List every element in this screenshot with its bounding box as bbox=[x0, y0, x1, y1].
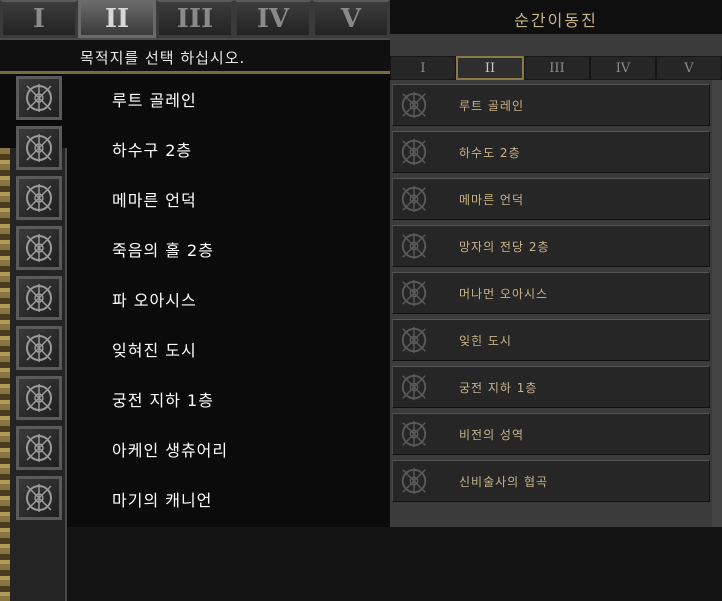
panel-right-edge bbox=[712, 80, 722, 527]
act-tab-bar-right: I II III IV V bbox=[390, 56, 722, 80]
waypoint-row[interactable]: 비전의 성역 bbox=[392, 413, 710, 455]
waypoint-rune-icon bbox=[399, 90, 431, 120]
act-tab-4[interactable]: IV bbox=[590, 56, 656, 80]
waypoint-label: 잊힌 도시 bbox=[459, 334, 512, 348]
waypoint-rune-icon bbox=[16, 376, 62, 420]
header-text: 목적지를 선택 하십시오. bbox=[80, 49, 246, 67]
waypoint-row[interactable]: 메마른 언덕 bbox=[0, 174, 390, 224]
waypoint-label: 메마른 언덕 bbox=[459, 193, 525, 207]
waypoint-label: 아케인 생츄어리 bbox=[112, 441, 229, 460]
destination-list: 루트 골레인하수구 2층메마른 언덕죽음의 홀 2층파 오아시스잊혀진 도시궁전… bbox=[0, 74, 390, 601]
waypoint-rune-icon bbox=[399, 372, 431, 402]
waypoint-rune-icon bbox=[399, 231, 431, 261]
waypoint-rune-icon bbox=[399, 419, 431, 449]
act-tab-2[interactable]: II bbox=[456, 56, 524, 80]
waypoint-rune-icon bbox=[16, 326, 62, 370]
waypoint-row[interactable]: 죽음의 홀 2층 bbox=[0, 224, 390, 274]
waypoint-label: 궁전 지하 1층 bbox=[112, 391, 214, 410]
waypoint-panel-resurrected: 순간이동진 I II III IV V 루트 골레인하수도 2층메마른 언덕망자… bbox=[390, 0, 722, 527]
waypoint-rune-icon bbox=[399, 466, 431, 496]
waypoint-row[interactable]: 하수도 2층 bbox=[392, 131, 710, 173]
waypoint-row[interactable]: 잊혀진 도시 bbox=[0, 324, 390, 374]
waypoint-label: 잊혀진 도시 bbox=[112, 341, 197, 360]
act-tab-5[interactable]: V bbox=[656, 56, 722, 80]
waypoint-rune-icon bbox=[16, 76, 62, 120]
act-tab-bar: I II III IV V bbox=[0, 0, 390, 38]
waypoint-rune-icon bbox=[399, 137, 431, 167]
waypoint-row[interactable]: 마기의 캐니언 bbox=[0, 474, 390, 524]
waypoint-label: 루트 골레인 bbox=[112, 91, 197, 110]
waypoint-rune-icon bbox=[16, 226, 62, 270]
waypoint-rune-icon bbox=[16, 426, 62, 470]
act-tab-1[interactable]: I bbox=[390, 56, 456, 80]
waypoint-row[interactable]: 머나먼 오아시스 bbox=[392, 272, 710, 314]
select-destination-header: 목적지를 선택 하십시오. bbox=[0, 38, 390, 74]
waypoint-label: 망자의 전당 2층 bbox=[459, 240, 550, 254]
panel-title: 순간이동진 bbox=[514, 11, 598, 30]
waypoint-rune-icon bbox=[399, 325, 431, 355]
act-tab-5[interactable]: V bbox=[312, 0, 390, 38]
waypoint-label: 파 오아시스 bbox=[112, 291, 197, 310]
waypoint-label: 신비술사의 협곡 bbox=[459, 475, 549, 489]
waypoint-label: 마기의 캐니언 bbox=[112, 491, 213, 510]
waypoint-label: 머나먼 오아시스 bbox=[459, 287, 549, 301]
waypoint-row[interactable]: 망자의 전당 2층 bbox=[392, 225, 710, 267]
waypoint-label: 하수구 2층 bbox=[112, 141, 193, 160]
act-tab-4[interactable]: IV bbox=[234, 0, 312, 38]
panel-title-bar: 순간이동진 bbox=[390, 0, 722, 36]
waypoint-rune-icon bbox=[16, 476, 62, 520]
waypoint-label: 루트 골레인 bbox=[459, 99, 525, 113]
waypoint-row[interactable]: 잊힌 도시 bbox=[392, 319, 710, 361]
waypoint-rune-icon bbox=[16, 126, 62, 170]
waypoint-label: 비전의 성역 bbox=[459, 428, 525, 442]
waypoint-rune-icon bbox=[399, 278, 431, 308]
waypoint-rune-icon bbox=[16, 176, 62, 220]
waypoint-rune-icon bbox=[399, 184, 431, 214]
waypoint-label: 죽음의 홀 2층 bbox=[112, 241, 214, 260]
waypoint-panel-classic: I II III IV V 목적지를 선택 하십시오. 루트 골레인하수구 2층… bbox=[0, 0, 390, 601]
waypoint-row[interactable]: 신비술사의 협곡 bbox=[392, 460, 710, 502]
waypoint-row[interactable]: 하수구 2층 bbox=[0, 124, 390, 174]
waypoint-label: 하수도 2층 bbox=[459, 146, 521, 160]
act-tab-3[interactable]: III bbox=[156, 0, 234, 38]
waypoint-label: 궁전 지하 1층 bbox=[459, 381, 538, 395]
act-tab-2[interactable]: II bbox=[78, 0, 156, 38]
act-tab-3[interactable]: III bbox=[524, 56, 590, 80]
waypoint-row[interactable]: 파 오아시스 bbox=[0, 274, 390, 324]
waypoint-row[interactable]: 메마른 언덕 bbox=[392, 178, 710, 220]
waypoint-rune-icon bbox=[16, 276, 62, 320]
waypoint-row[interactable]: 궁전 지하 1층 bbox=[392, 366, 710, 408]
waypoint-row[interactable]: 루트 골레인 bbox=[0, 74, 390, 124]
waypoint-label: 메마른 언덕 bbox=[112, 191, 197, 210]
act-tab-1[interactable]: I bbox=[0, 0, 78, 38]
waypoint-row[interactable]: 아케인 생츄어리 bbox=[0, 424, 390, 474]
waypoint-row[interactable]: 루트 골레인 bbox=[392, 84, 710, 126]
waypoint-row[interactable]: 궁전 지하 1층 bbox=[0, 374, 390, 424]
